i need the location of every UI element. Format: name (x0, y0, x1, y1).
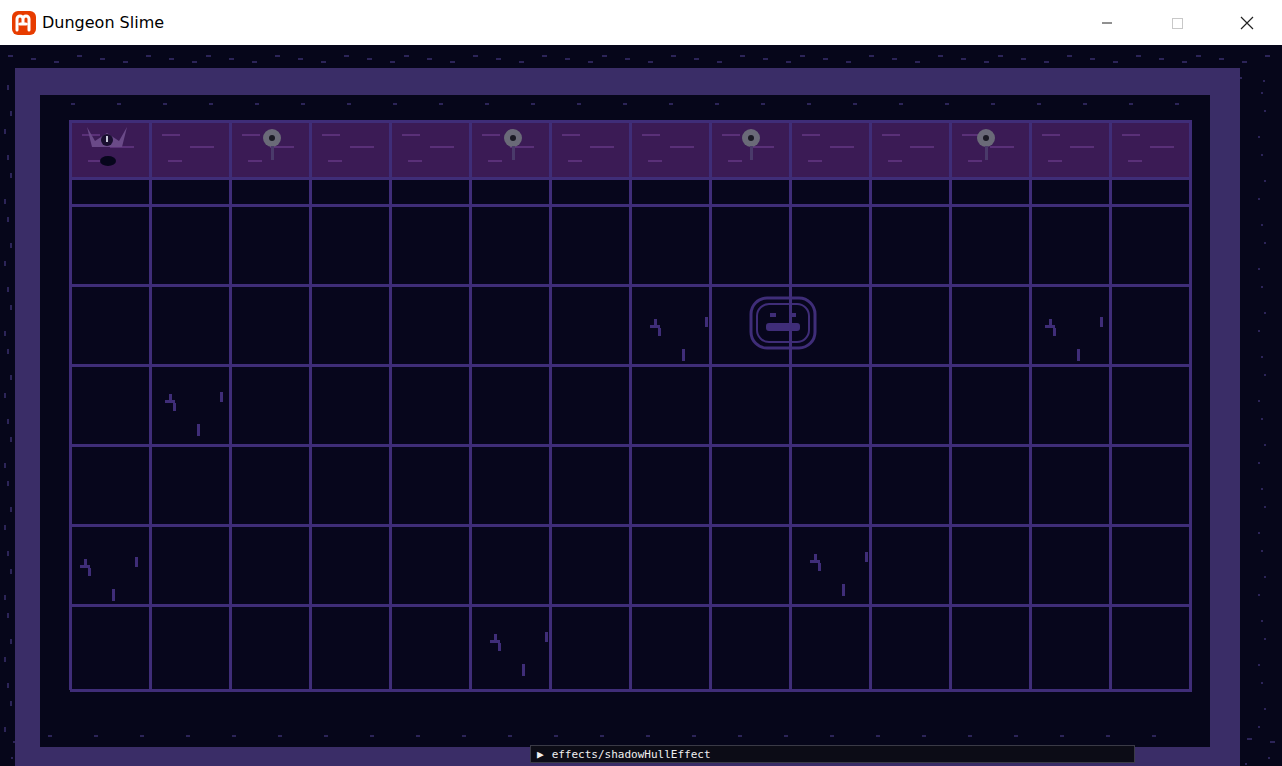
window-controls (1072, 0, 1282, 45)
monogame-logo-icon (12, 11, 36, 35)
maximize-button (1142, 0, 1212, 45)
torch-icon (977, 129, 995, 160)
outer-wall-band (15, 68, 1240, 766)
game-window: Dungeon Slime ▶ effects/shadowHullEffect (0, 0, 1282, 766)
console-prompt: ▶ (537, 748, 544, 761)
window-title: Dungeon Slime (42, 13, 1072, 32)
minimize-icon (1101, 17, 1113, 29)
game-canvas[interactable]: ▶ effects/shadowHullEffect (0, 45, 1282, 766)
floor-crack-icon (650, 317, 708, 361)
slime-icon (751, 298, 815, 348)
debug-console[interactable]: ▶ effects/shadowHullEffect (530, 745, 1135, 763)
torch-icon (263, 129, 281, 160)
torch-icon (504, 129, 522, 160)
floor-crack-icon (810, 552, 868, 596)
close-icon (1240, 16, 1254, 30)
maximize-icon (1171, 17, 1183, 29)
title-bar: Dungeon Slime (0, 0, 1282, 45)
torch-icon (742, 129, 760, 160)
game-scene (0, 45, 1282, 766)
floor-crack-icon (80, 557, 138, 601)
floor-crack-icon (1045, 317, 1103, 361)
minimize-button[interactable] (1072, 0, 1142, 45)
floor-crack-icon (490, 632, 548, 676)
bat-icon (87, 127, 127, 166)
console-command: effects/shadowHullEffect (552, 748, 711, 761)
close-button[interactable] (1212, 0, 1282, 45)
floor-crack-icon (165, 392, 223, 436)
